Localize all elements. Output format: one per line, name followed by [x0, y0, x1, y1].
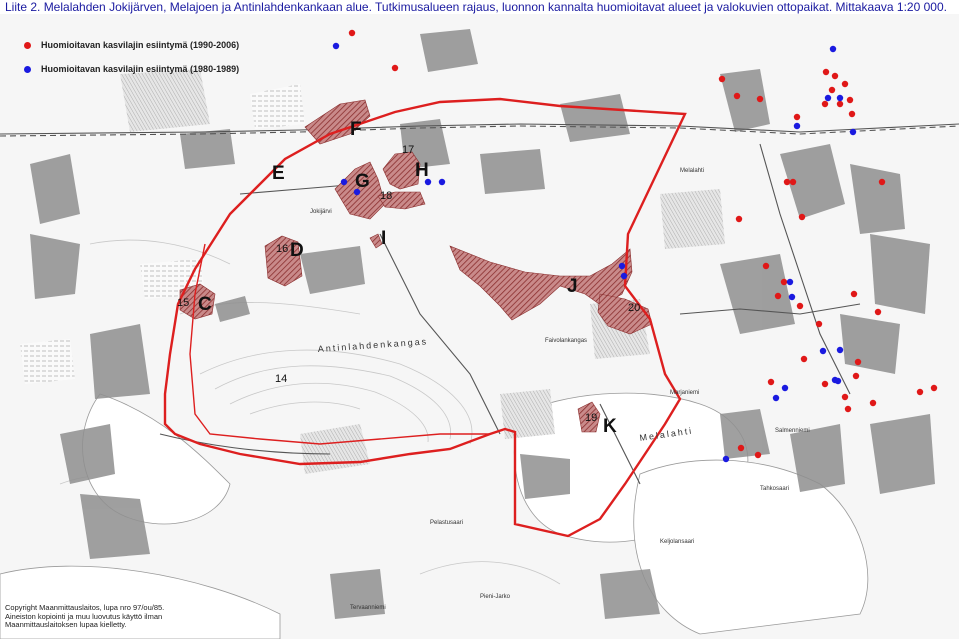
legend-row-red: Huomioitavan kasvilajin esiintymä (1990-… [24, 40, 239, 50]
red-dot-icon [24, 41, 31, 49]
label-faivolankangas: Faivolankangas [545, 338, 587, 344]
map-legend: Huomioitavan kasvilajin esiintymä (1990-… [24, 40, 239, 88]
area-letter-e: E [272, 163, 285, 184]
label-keljolansaari: Keljolansaari [660, 539, 694, 545]
copyright-notice: Copyright Maanmittauslaitos, lupa nro 97… [5, 603, 165, 630]
blue-dot-icon [24, 65, 31, 73]
area-letter-j: J [567, 276, 578, 297]
legend-label-blue: Huomioitavan kasvilajin esiintymä (1980-… [41, 64, 240, 74]
photo-point-15: 15 [177, 297, 189, 309]
area-letter-d: D [290, 240, 304, 261]
photo-point-20: 20 [628, 302, 640, 314]
area-letter-h: H [415, 160, 429, 181]
photo-point-14: 14 [275, 373, 287, 385]
area-letter-c: C [198, 294, 212, 315]
map-caption: Liite 2. Melalahden Jokijärven, Melajoen… [3, 0, 949, 14]
label-salmenniemi: Salmenniemi [775, 428, 810, 434]
legend-label-red: Huomioitavan kasvilajin esiintymä (1990-… [41, 40, 240, 50]
area-letter-i: I [381, 228, 386, 249]
area-letter-k: K [603, 416, 617, 437]
photo-point-16: 16 [276, 243, 288, 255]
base-map [0, 14, 959, 639]
label-marjaniemi: Marjaniemi [670, 390, 699, 396]
photo-point-18: 18 [380, 190, 392, 202]
label-jokijarvi: Jokijärvi [310, 209, 332, 215]
photo-point-17: 17 [402, 144, 414, 156]
label-pelastus: Pelastusaari [430, 520, 463, 526]
map-canvas[interactable]: Antinlahdenkangas Melalahti Melalahti Jo… [0, 14, 959, 639]
copyright-line-3: Maanmittauslaitoksen lupaa kielletty. [5, 620, 127, 629]
label-tahkosaari: Tahkosaari [760, 486, 789, 492]
label-melalahti-village: Melalahti [680, 168, 704, 174]
area-letter-f: F [350, 119, 362, 140]
label-tervaanniemi: Tervaanniemi [350, 605, 386, 611]
legend-row-blue: Huomioitavan kasvilajin esiintymä (1980-… [24, 64, 239, 74]
photo-point-19: 19 [585, 412, 597, 424]
label-pieni-jarko: Pieni-Jarko [480, 594, 511, 600]
